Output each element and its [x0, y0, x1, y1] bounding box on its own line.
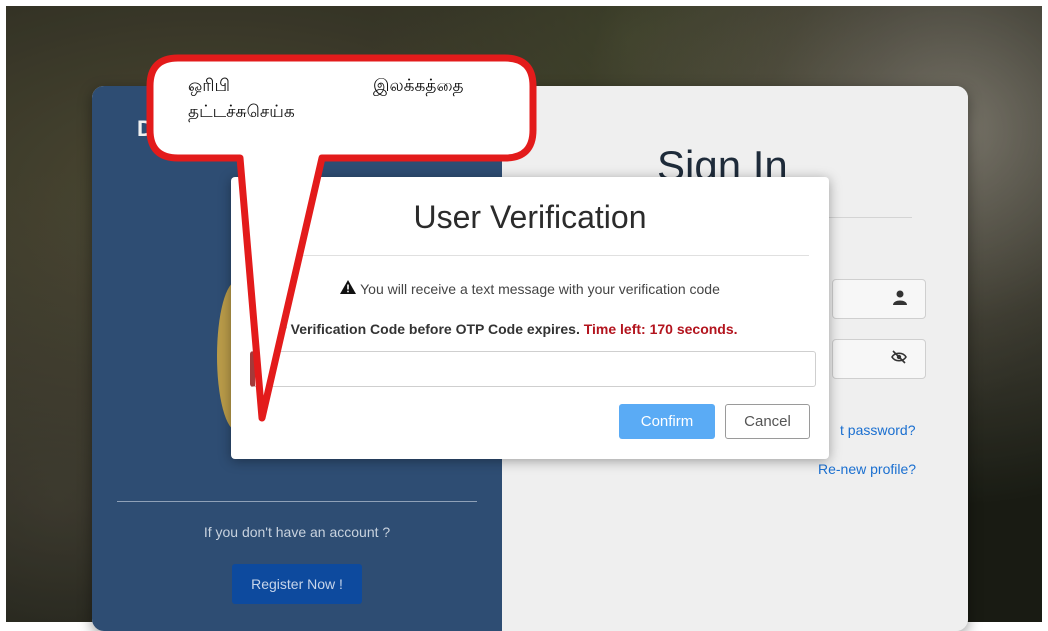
notice-text: You will receive a text message with you… [360, 281, 720, 297]
user-verification-modal: User Verification You will receive a tex… [231, 177, 829, 459]
confirm-button[interactable]: Confirm [619, 404, 715, 439]
logo-text: D [137, 116, 153, 141]
callout-line-1a: ஒரிபி [188, 76, 230, 95]
left-divider [117, 501, 477, 502]
cancel-button[interactable]: Cancel [725, 404, 810, 439]
user-icon [893, 290, 907, 310]
code-prompt-line: Enter Verification Code before OTP Code … [251, 321, 738, 337]
time-left-text: Time left: 170 seconds. [583, 321, 738, 337]
modal-divider [251, 255, 809, 256]
callout-line-2: தட்டச்சுசெய்க [188, 102, 295, 121]
renew-profile-link[interactable]: Re-new profile? [818, 461, 916, 477]
verification-code-input[interactable] [250, 351, 816, 387]
eye-off-icon[interactable] [891, 350, 907, 369]
password-field[interactable] [832, 339, 926, 379]
verification-notice: You will receive a text message with you… [231, 280, 829, 297]
username-field[interactable] [832, 279, 926, 319]
callout-line-1b: இலக்கத்தை [373, 76, 464, 95]
code-prompt-text: Enter Verification Code before OTP Code … [251, 321, 580, 337]
modal-title: User Verification [413, 199, 647, 235]
forgot-password-link[interactable]: t password? [840, 422, 915, 438]
register-now-button[interactable]: Register Now ! [232, 564, 362, 604]
warning-icon [340, 280, 357, 297]
no-account-text: If you don't have an account ? [203, 524, 391, 540]
